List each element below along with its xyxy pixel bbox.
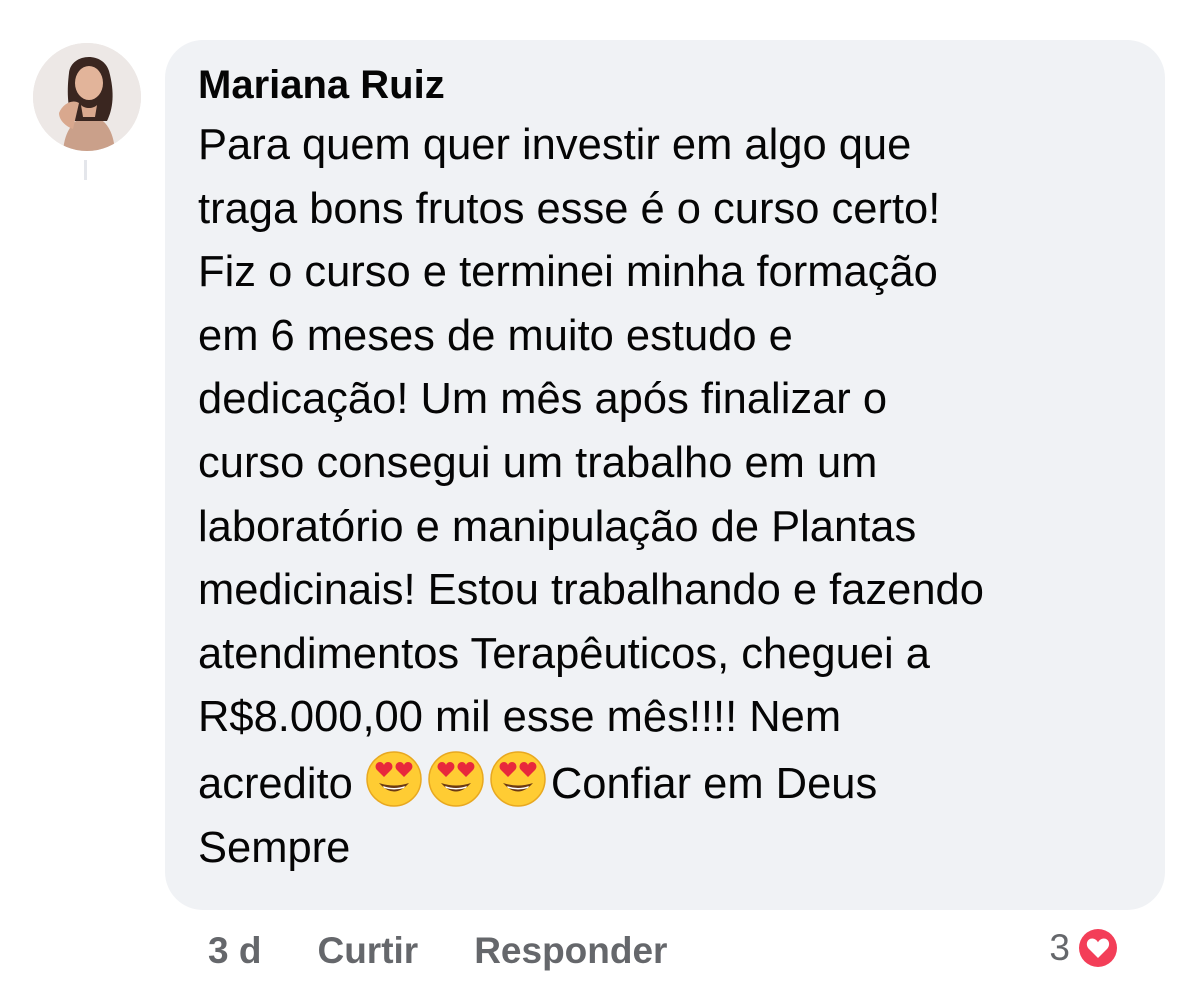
comment-line: medicinais! Estou trabalhando e fazendo	[198, 566, 984, 615]
comment-line: Fiz o curso e terminei minha formação	[198, 248, 938, 297]
comment-bubble: Mariana Ruiz Para quem quer investir em …	[165, 40, 1165, 910]
comment-word: Confiar em Deus	[550, 759, 878, 808]
comment-line: dedicação! Um mês após finalizar o	[198, 375, 888, 424]
comment-line: R$8.000,00 mil esse mês!!!! Nem	[198, 693, 842, 742]
reaction-count: 3	[1049, 927, 1070, 968]
emoji-group	[365, 751, 551, 808]
comment-line: laboratório e manipulação de Plantas	[198, 502, 917, 551]
avatar[interactable]	[33, 43, 141, 151]
reply-button[interactable]: Responder	[474, 930, 667, 972]
comment-line: curso consegui um trabalho em um	[198, 438, 878, 487]
comment-line: Sempre	[198, 823, 351, 872]
heart-eyes-emoji-icon	[365, 750, 423, 808]
like-button[interactable]: Curtir	[317, 930, 418, 972]
thread-line	[84, 160, 87, 180]
comment-line: traga bons frutos esse é o curso certo!	[198, 184, 941, 233]
heart-eyes-emoji-icon	[427, 750, 485, 808]
heart-reaction-icon	[1076, 926, 1120, 970]
comment-text: Para quem quer investir em algo que trag…	[198, 114, 1145, 880]
comment-line: atendimentos Terapêuticos, cheguei a	[198, 629, 930, 678]
comment-line: em 6 meses de muito estudo e	[198, 311, 793, 360]
comment-author[interactable]: Mariana Ruiz	[198, 60, 1145, 110]
comment-word: acredito	[198, 759, 353, 808]
comment-timestamp[interactable]: 3 d	[208, 930, 261, 972]
comment-line-emoji: acredito Confiar em Deus	[198, 750, 1145, 817]
reaction-summary[interactable]: 3	[1049, 926, 1120, 970]
heart-eyes-emoji-icon	[489, 750, 547, 808]
comment-line: Para quem quer investir em algo que	[198, 121, 912, 169]
comment-actions: 3 d Curtir Responder	[208, 928, 667, 974]
